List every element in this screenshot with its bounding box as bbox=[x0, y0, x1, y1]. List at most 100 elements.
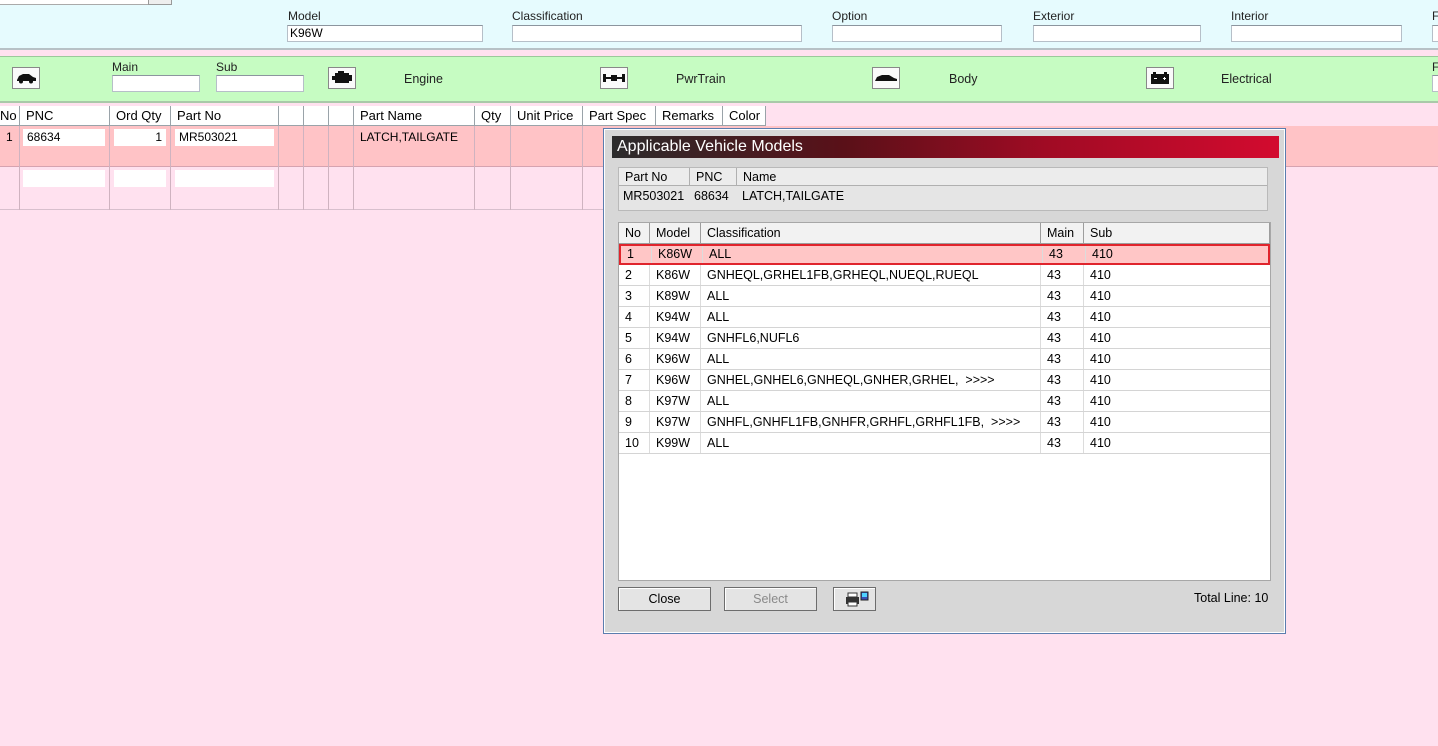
col-header-no[interactable]: No bbox=[0, 106, 20, 125]
info-header-part-no: Part No bbox=[619, 168, 690, 186]
interior-label: Interior bbox=[1231, 9, 1269, 23]
col-header-color[interactable]: Color bbox=[723, 106, 766, 125]
pnc-cell[interactable] bbox=[23, 170, 105, 187]
car-body-icon[interactable] bbox=[872, 67, 900, 89]
list-cell-main: 43 bbox=[1041, 307, 1084, 327]
list-item[interactable]: 4 K94W ALL 43 410 bbox=[619, 307, 1270, 328]
list-item[interactable]: 10 K99W ALL 43 410 bbox=[619, 433, 1270, 454]
list-cell-classification: GNHEQL,GRHEL1FB,GRHEQL,NUEQL,RUEQL bbox=[701, 265, 1041, 285]
list-cell-no: 1 bbox=[621, 246, 652, 263]
list-item[interactable]: 7 K96W GNHEL,GNHEL6,GNHEQL,GNHER,GRHEL, … bbox=[619, 370, 1270, 391]
col-header-part-name[interactable]: Part Name bbox=[354, 106, 475, 125]
list-cell-main: 43 bbox=[1041, 370, 1084, 390]
model-label: Model bbox=[288, 9, 321, 23]
pnc-cell[interactable]: 68634 bbox=[23, 129, 105, 146]
list-header-sub[interactable]: Sub bbox=[1084, 223, 1270, 244]
ord-qty-cell[interactable] bbox=[114, 170, 166, 187]
exterior-field[interactable] bbox=[1033, 25, 1201, 42]
part-no-cell[interactable]: MR503021 bbox=[175, 129, 274, 146]
list-cell-no: 9 bbox=[619, 412, 650, 432]
sub-field[interactable] bbox=[216, 75, 304, 92]
list-header-no[interactable]: No bbox=[619, 223, 650, 244]
info-pnc: 68634 bbox=[694, 189, 729, 203]
body-label: Body bbox=[949, 72, 978, 86]
table-row[interactable] bbox=[0, 167, 603, 210]
list-item[interactable]: 9 K97W GNHFL,GNHFL1FB,GNHFR,GRHFL,GRHFL1… bbox=[619, 412, 1270, 433]
list-cell-model: K96W bbox=[650, 370, 701, 390]
dialog-title[interactable]: Applicable Vehicle Models bbox=[612, 136, 1279, 158]
list-item[interactable]: 3 K89W ALL 43 410 bbox=[619, 286, 1270, 307]
col-header-blank-2[interactable] bbox=[304, 106, 329, 125]
list-cell-classification: ALL bbox=[701, 349, 1041, 369]
list-cell-model: K86W bbox=[652, 246, 703, 263]
cut-off-field[interactable] bbox=[1432, 25, 1438, 42]
col-header-ord-qty[interactable]: Ord Qty bbox=[110, 106, 171, 125]
total-line-label: Total Line: 10 bbox=[1194, 591, 1269, 605]
list-cell-main: 43 bbox=[1043, 246, 1086, 263]
top-dropdown-stub[interactable] bbox=[148, 0, 172, 5]
print-button[interactable] bbox=[833, 587, 876, 611]
list-cell-main: 43 bbox=[1041, 328, 1084, 348]
col-header-remarks[interactable]: Remarks bbox=[656, 106, 723, 125]
col-header-pnc[interactable]: PNC bbox=[20, 106, 110, 125]
filter-bar: Model K96W Classification Option Exterio… bbox=[0, 0, 1438, 50]
list-cell-no: 2 bbox=[619, 265, 650, 285]
col-header-part-spec[interactable]: Part Spec bbox=[583, 106, 656, 125]
top-left-field-stub[interactable] bbox=[0, 0, 148, 5]
list-cell-sub: 410 bbox=[1090, 373, 1111, 387]
list-cell-no: 6 bbox=[619, 349, 650, 369]
drivetrain-icon[interactable] bbox=[600, 67, 628, 89]
list-cell-main: 43 bbox=[1041, 433, 1084, 453]
list-item-selected[interactable]: 1 K86W ALL 43 410 bbox=[619, 244, 1270, 265]
pwrtrain-label: PwrTrain bbox=[676, 72, 726, 86]
model-field[interactable]: K96W bbox=[287, 25, 483, 42]
list-header-main[interactable]: Main bbox=[1041, 223, 1084, 244]
list-cell-sub: 410 bbox=[1090, 331, 1111, 345]
row-no: 1 bbox=[6, 130, 13, 144]
battery-icon[interactable] bbox=[1146, 67, 1174, 89]
list-cell-no: 10 bbox=[619, 433, 650, 453]
col-header-blank-3[interactable] bbox=[329, 106, 354, 125]
ord-qty-cell[interactable]: 1 bbox=[114, 129, 166, 146]
list-item[interactable]: 2 K86W GNHEQL,GRHEL1FB,GRHEQL,NUEQL,RUEQ… bbox=[619, 265, 1270, 286]
car-side-icon[interactable] bbox=[12, 67, 40, 89]
vehicle-models-list[interactable]: No Model Classification Main Sub 1 K86W … bbox=[618, 222, 1271, 581]
info-name: LATCH,TAILGATE bbox=[742, 189, 845, 203]
list-cell-sub: 410 bbox=[1090, 268, 1111, 282]
list-cell-model: K96W bbox=[650, 349, 701, 369]
info-header-pnc: PNC bbox=[690, 168, 737, 186]
classification-field[interactable] bbox=[512, 25, 802, 42]
col-header-blank-1[interactable] bbox=[279, 106, 304, 125]
list-item[interactable]: 8 K97W ALL 43 410 bbox=[619, 391, 1270, 412]
col-header-part-no[interactable]: Part No bbox=[171, 106, 279, 125]
list-header-classification[interactable]: Classification bbox=[701, 223, 1041, 244]
list-cell-model: K97W bbox=[650, 391, 701, 411]
list-cell-main: 43 bbox=[1041, 286, 1084, 306]
cut-off-field-2[interactable] bbox=[1432, 75, 1438, 92]
list-cell-sub: 410 bbox=[1092, 247, 1113, 261]
interior-field[interactable] bbox=[1231, 25, 1402, 42]
info-header-name: Name bbox=[737, 168, 1267, 186]
part-no-cell[interactable] bbox=[175, 170, 274, 187]
option-field[interactable] bbox=[832, 25, 1002, 42]
list-header-model[interactable]: Model bbox=[650, 223, 701, 244]
list-item[interactable]: 6 K96W ALL 43 410 bbox=[619, 349, 1270, 370]
select-button[interactable]: Select bbox=[724, 587, 817, 611]
part-name-cell: LATCH,TAILGATE bbox=[360, 130, 459, 144]
list-cell-main: 43 bbox=[1041, 412, 1084, 432]
list-cell-main: 43 bbox=[1041, 391, 1084, 411]
list-cell-model: K89W bbox=[650, 286, 701, 306]
close-button[interactable]: Close bbox=[618, 587, 711, 611]
main-field[interactable] bbox=[112, 75, 200, 92]
list-cell-main: 43 bbox=[1041, 349, 1084, 369]
list-cell-no: 4 bbox=[619, 307, 650, 327]
printer-icon bbox=[845, 591, 868, 607]
col-header-unit-price[interactable]: Unit Price bbox=[511, 106, 583, 125]
list-cell-sub: 410 bbox=[1090, 394, 1111, 408]
engine-icon[interactable] bbox=[328, 67, 356, 89]
list-cell-model: K86W bbox=[650, 265, 701, 285]
col-header-qty[interactable]: Qty bbox=[475, 106, 511, 125]
engine-label: Engine bbox=[404, 72, 443, 86]
list-item[interactable]: 5 K94W GNHFL6,NUFL6 43 410 bbox=[619, 328, 1270, 349]
list-cell-sub: 410 bbox=[1090, 415, 1111, 429]
